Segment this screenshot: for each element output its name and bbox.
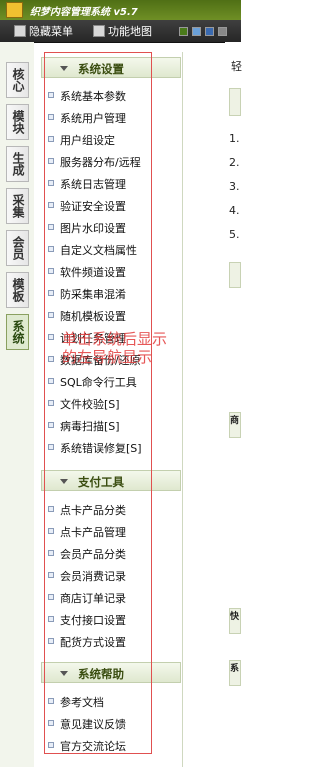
bullet-icon: [48, 202, 54, 208]
annotation-text: 单击系统后显示的左导航显示: [62, 330, 168, 366]
bullet-icon: [48, 422, 54, 428]
bullet-icon: [48, 180, 54, 186]
bullet-icon: [48, 742, 54, 748]
bullet-icon: [48, 528, 54, 534]
section-header-payment-tools[interactable]: 支付工具: [41, 470, 181, 491]
section-header-system-help[interactable]: 系统帮助: [41, 662, 181, 683]
main-content-edge: [225, 42, 241, 767]
bullet-icon: [48, 224, 54, 230]
tab-generate[interactable]: 生成: [6, 146, 29, 182]
bullet-icon: [48, 158, 54, 164]
left-nav-panel: 系统设置 系统基本参数 系统用户管理 用户组设定 服务器分布/远程 系统日志管理…: [38, 52, 183, 767]
menu-item[interactable]: 点卡产品管理: [48, 524, 126, 540]
content-panel-header: 商: [229, 412, 241, 438]
bullet-icon: [48, 616, 54, 622]
menu-item[interactable]: 系统日志管理: [48, 176, 126, 192]
skin-green-button[interactable]: [179, 27, 188, 36]
bullet-icon: [48, 356, 54, 362]
map-icon: [93, 25, 105, 37]
menu-item[interactable]: 会员消费记录: [48, 568, 126, 584]
menu-item[interactable]: 软件频道设置: [48, 264, 126, 280]
tab-system[interactable]: 系统: [6, 314, 29, 350]
bullet-icon: [48, 638, 54, 644]
menu-item[interactable]: 验证安全设置: [48, 198, 126, 214]
menu-item[interactable]: 防采集串混淆: [48, 286, 126, 302]
left-tab-bar: 核心 模块 生成 采集 会员 模板 系统: [0, 42, 34, 767]
menu-item[interactable]: 支付接口设置: [48, 612, 126, 628]
skin-lightblue-button[interactable]: [192, 27, 201, 36]
collapse-arrow-icon: [60, 671, 68, 676]
menu-item[interactable]: 随机模板设置: [48, 308, 126, 324]
menu-item[interactable]: 商店订单记录: [48, 590, 126, 606]
menu-item[interactable]: 意见建议反馈: [48, 716, 126, 732]
bullet-icon: [48, 550, 54, 556]
menu-item[interactable]: 自定义文档属性: [48, 242, 137, 258]
list-number: 5.: [229, 228, 240, 241]
skin-gray-button[interactable]: [218, 27, 227, 36]
tab-core[interactable]: 核心: [6, 62, 29, 98]
tab-module[interactable]: 模块: [6, 104, 29, 140]
menu-item[interactable]: 文件校验[S]: [48, 396, 120, 412]
menu-item[interactable]: 参考文档: [48, 694, 104, 710]
bullet-icon: [48, 136, 54, 142]
list-number: 4.: [229, 204, 240, 217]
bullet-icon: [48, 92, 54, 98]
bullet-icon: [48, 400, 54, 406]
content-panel-header: [229, 88, 241, 116]
bullet-icon: [48, 290, 54, 296]
bullet-icon: [48, 720, 54, 726]
bullet-icon: [48, 114, 54, 120]
hide-menu-icon: [14, 25, 26, 37]
bullet-icon: [48, 506, 54, 512]
bullet-icon: [48, 268, 54, 274]
app-header: 织梦内容管理系统 v5.7: [0, 0, 241, 20]
list-number: 3.: [229, 180, 240, 193]
bullet-icon: [48, 594, 54, 600]
collapse-arrow-icon: [60, 479, 68, 484]
list-number: 2.: [229, 156, 240, 169]
collapse-arrow-icon: [60, 66, 68, 71]
menu-item[interactable]: 配货方式设置: [48, 634, 126, 650]
app-title: 织梦内容管理系统 v5.7: [30, 7, 138, 18]
content-top-text: 轻: [231, 60, 242, 73]
skin-blue-button[interactable]: [205, 27, 214, 36]
menu-item[interactable]: 图片水印设置: [48, 220, 126, 236]
menu-item[interactable]: 服务器分布/远程: [48, 154, 141, 170]
tab-collect[interactable]: 采集: [6, 188, 29, 224]
hide-menu-button[interactable]: 隐藏菜单: [14, 23, 73, 39]
bullet-icon: [48, 312, 54, 318]
menu-item[interactable]: 系统用户管理: [48, 110, 126, 126]
tab-member[interactable]: 会员: [6, 230, 29, 266]
menu-item[interactable]: 用户组设定: [48, 132, 115, 148]
bullet-icon: [48, 378, 54, 384]
bullet-icon: [48, 334, 54, 340]
menu-item[interactable]: 系统基本参数: [48, 88, 126, 104]
bullet-icon: [48, 444, 54, 450]
section-header-system-settings[interactable]: 系统设置: [41, 57, 181, 78]
menu-item[interactable]: 病毒扫描[S]: [48, 418, 120, 434]
bullet-icon: [48, 572, 54, 578]
menu-item[interactable]: 系统错误修复[S]: [48, 440, 142, 456]
list-number: 1.: [229, 132, 240, 145]
menu-item[interactable]: 官方交流论坛: [48, 738, 126, 754]
content-panel-header: 系: [229, 660, 241, 686]
logo-icon: [6, 2, 23, 18]
bullet-icon: [48, 246, 54, 252]
menu-item[interactable]: 点卡产品分类: [48, 502, 126, 518]
menu-item[interactable]: SQL命令行工具: [48, 374, 137, 390]
top-menubar: 隐藏菜单 功能地图: [0, 20, 241, 43]
content-panel-header: 快: [229, 608, 241, 634]
content-panel-header: [229, 262, 241, 288]
tab-template[interactable]: 模板: [6, 272, 29, 308]
bullet-icon: [48, 698, 54, 704]
menu-item[interactable]: 会员产品分类: [48, 546, 126, 562]
function-map-button[interactable]: 功能地图: [93, 23, 152, 39]
